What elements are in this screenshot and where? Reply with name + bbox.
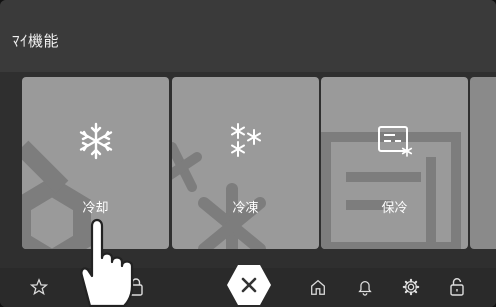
unlock-icon[interactable] bbox=[449, 278, 465, 296]
star-icon[interactable] bbox=[30, 278, 48, 296]
header bbox=[0, 0, 496, 72]
snowflake-watermark-icon bbox=[172, 142, 266, 249]
card-label: 保冷 bbox=[381, 201, 408, 216]
snowflake-icon bbox=[79, 122, 112, 160]
bell-icon[interactable] bbox=[356, 278, 374, 296]
cooler-box-icon bbox=[377, 126, 412, 157]
screen: ﾏｲ機能 冷却 冷凍 保冷 bbox=[0, 0, 496, 307]
card-keep-cool[interactable]: 保冷 bbox=[321, 77, 468, 249]
multi-snowflake-icon bbox=[230, 123, 261, 157]
home-icon[interactable] bbox=[309, 278, 327, 296]
cooler-box-watermark-icon bbox=[321, 132, 461, 249]
card-label: 冷凍 bbox=[232, 201, 259, 216]
gear-icon[interactable] bbox=[402, 278, 420, 296]
pointing-hand-icon bbox=[80, 218, 134, 307]
page-title: ﾏｲ機能 bbox=[12, 32, 60, 50]
close-button[interactable] bbox=[226, 263, 272, 307]
card-next-peek[interactable] bbox=[470, 77, 496, 249]
card-freezing[interactable]: 冷凍 bbox=[172, 77, 319, 249]
